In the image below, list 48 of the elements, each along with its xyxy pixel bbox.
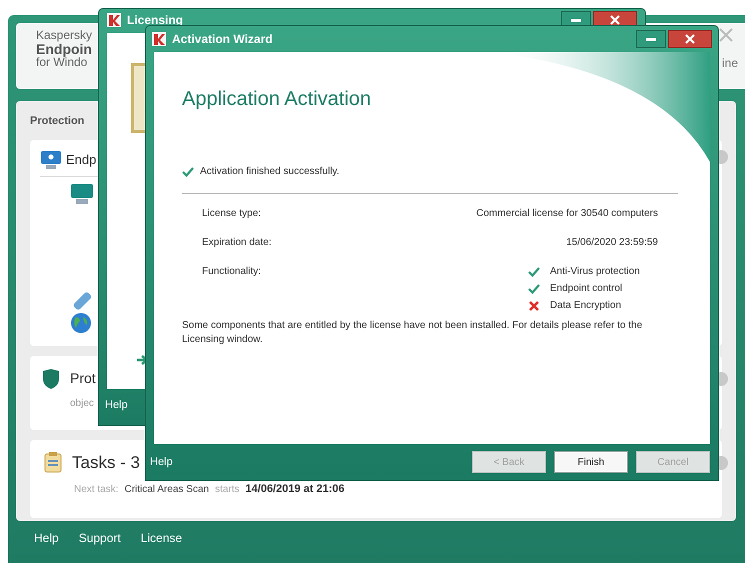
globe-icon [70,312,92,334]
help-link[interactable]: Help [105,397,128,414]
footer-link[interactable]: License [140,529,182,547]
component-name: Anti-Virus protection [550,265,640,279]
field-label: Functionality: [202,265,261,279]
app-logo-icon [107,13,121,27]
cross-icon [529,300,539,310]
brand-text: Endpoin [36,42,92,56]
wizard-button[interactable]: Finish [554,451,628,473]
component-name: Data Encryption [550,299,622,313]
check-icon [528,266,540,276]
close-button[interactable] [668,30,712,48]
minimize-icon [646,38,656,40]
footer-link[interactable]: Help [34,529,59,547]
starts-label: starts [214,483,240,497]
brand-text: Kaspersky [36,29,92,42]
license-note: Some components that are entitled by the license have not been installed. For details please refer to the Licensing window. [182,319,644,346]
next-task-name: Critical Areas Scan [124,483,209,497]
card-title: Endp [66,150,96,169]
computer-icon [70,182,94,204]
card-title: Prot [70,369,96,388]
shield-icon [42,368,60,390]
window-title: Activation Wizard [172,31,273,48]
minimize-icon [571,18,581,22]
minimize-button[interactable] [636,30,666,48]
field-value: 15/06/2020 23:59:59 [566,236,658,250]
card-subtitle: objec [70,396,94,410]
status-message: Activation finished successfully. [200,165,340,179]
app-logo-icon [152,32,166,46]
monitor-icon [40,150,62,170]
field-value: Commercial license for 30540 computers [476,207,658,221]
footer-link[interactable]: Support [78,529,121,547]
close-icon [610,15,620,25]
brand-text: for Windo [36,56,88,69]
section-title: Protection [30,114,84,129]
help-link[interactable]: Help [150,454,173,470]
start-time: 14/06/2019 at 21:06 [245,482,344,497]
next-task-label: Next task: [74,483,118,497]
field-label: License type: [202,207,261,221]
card-title: Tasks - 3 [72,452,140,474]
close-icon [685,34,695,44]
wizard-heading: Application Activation [182,87,372,112]
window-title: Licensing [127,12,184,29]
check-icon [182,166,194,176]
field-label: Expiration date: [202,236,272,250]
clipboard-icon [44,451,62,474]
check-icon [528,284,540,294]
component-name: Endpoint control [550,282,622,296]
